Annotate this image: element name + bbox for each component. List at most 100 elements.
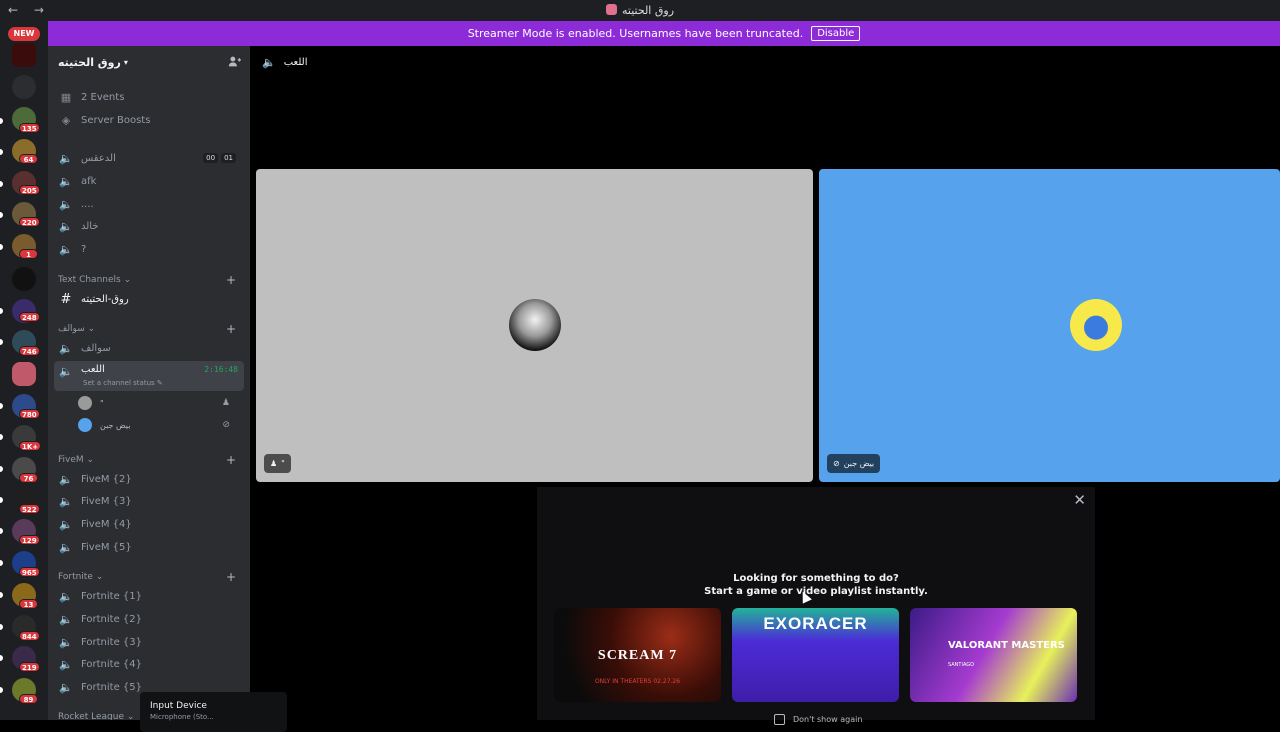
activity-card-valorant[interactable]: VALORANT MASTERS SANTIAGO [910,608,1077,702]
channel-status-text: Set a channel status [83,379,155,387]
server-name: روق الحتيته [58,55,121,69]
category-label: Fortnite [58,572,93,582]
chevron-down-icon: ⌄ [87,324,96,334]
speaker-icon: 🔈 [59,612,73,626]
activity-card-exoracer[interactable]: EXORACER [732,608,899,702]
unread-indicator [0,655,3,661]
close-icon[interactable]: ✕ [1073,491,1086,509]
chevron-down-icon: ⌄ [86,455,95,465]
channel-status-prompt[interactable]: Set a channel status ✎ [83,379,163,387]
unread-indicator [0,466,3,472]
category-label: FiveM [58,455,84,465]
mention-badge: 522 [19,504,40,514]
mention-badge: 13 [19,599,38,609]
server-icon[interactable] [12,75,36,99]
text-channel-name: روق-الحتيته [81,293,129,305]
category-fivem[interactable]: FiveM ⌄ + [58,453,244,467]
boosts-label: Server Boosts [81,114,151,126]
voice-channel[interactable]: 🔈 FiveM {4} [54,514,244,534]
voice-channel[interactable]: 🔈 FiveM {5} [54,537,244,557]
voice-channel[interactable]: 🔈? [54,239,244,259]
voice-channel[interactable]: 🔈.... [54,194,244,214]
server-header[interactable]: روق الحتيته ▾ [48,46,250,78]
card-subtitle: SANTIAGO [948,662,975,668]
voice-channel[interactable]: 🔈 afk [54,171,244,191]
voice-channel[interactable]: 🔈 Fortnite {3} [54,632,244,652]
category-label: Text Channels [58,275,121,285]
events-link[interactable]: ▦ 2 Events [54,87,244,107]
voice-channel-name: FiveM {3} [81,495,132,507]
mention-badge: 135 [19,123,40,133]
activity-heading-line2: Start a game or video playlist instantly… [704,586,928,597]
category-text-channels[interactable]: Text Channels ⌄ + [58,273,244,287]
window-titlebar: ← → روق الحتيته [0,0,1280,21]
voice-channel-name: ? [81,243,87,255]
voice-user[interactable]: " ♟ [78,394,238,412]
add-channel-icon[interactable]: + [226,453,236,467]
server-icon[interactable] [12,267,36,291]
calendar-icon: ▦ [60,90,72,104]
voice-channel-name: سوالف [81,342,111,354]
active-voice-channel[interactable]: 🔈 اللعب 2:16:48 Set a channel status ✎ [54,361,244,391]
voice-channel[interactable]: 🔈 FiveM {3} [54,491,244,511]
server-rail: NEW 135 64 205 220 1 248 746 780 1K+ 76 … [0,21,48,720]
voice-channel[interactable]: 🔈 Fortnite {1} [54,586,244,606]
channel-title: اللعب [283,56,308,68]
mention-badge: 205 [19,185,40,195]
mention-badge: 1 [19,249,38,259]
server-boosts-link[interactable]: ◈ Server Boosts [54,110,244,130]
mention-badge: 64 [19,154,38,164]
speaker-icon: 🔈 [59,589,73,603]
card-title: VALORANT MASTERS [948,640,1065,651]
streaming-icon: ♟ [221,398,230,408]
category-sawalef[interactable]: سوالف ⌄ + [58,322,244,336]
chevron-down-icon: ▾ [123,57,128,67]
voice-user[interactable]: بيض جبن ⊘ [78,416,238,434]
voice-channel[interactable]: 🔈 FiveM {2} [54,469,244,489]
unread-indicator [0,308,3,314]
speaker-icon: 🔈 [59,517,73,531]
avatar [509,299,561,351]
unread-indicator [0,339,3,345]
text-channel[interactable]: # روق-الحتيته [54,289,244,309]
activity-card-scream[interactable]: SCREAM 7 ONLY IN THEATERS 02.27.26 [554,608,721,702]
category-fortnite[interactable]: Fortnite ⌄ + [58,570,244,584]
add-channel-icon[interactable]: + [226,570,236,584]
unread-indicator [0,118,3,124]
add-channel-icon[interactable]: + [226,273,236,287]
pencil-icon: ✎ [156,379,163,387]
server-icon[interactable] [12,43,36,67]
mention-badge: 248 [19,312,40,322]
voice-channel[interactable]: 🔈 الدعقس 00 01 [54,148,244,168]
chevron-down-icon: ⌄ [95,572,104,582]
invite-people-icon[interactable] [228,55,241,68]
new-badge[interactable]: NEW [8,27,40,41]
activity-launcher: ✕ Looking for something to do? Start a g… [537,487,1095,725]
voice-channel-name: اللعب [81,364,105,375]
speaker-icon: 🔈 [59,540,73,554]
voice-channel[interactable]: 🔈 Fortnite {4} [54,654,244,674]
unread-indicator [0,624,3,630]
activity-heading-line1: Looking for something to do? [733,573,899,584]
voice-tile[interactable]: ♟ " [256,169,813,482]
mention-badge: 780 [19,409,40,419]
voice-channel[interactable]: 🔈 Fortnite {2} [54,609,244,629]
server-icon [605,4,617,15]
speaker-locked-icon: 🔈 [59,219,73,233]
server-icon-selected[interactable] [12,362,36,386]
add-channel-icon[interactable]: + [226,322,236,336]
chevron-down-icon: ⌄ [123,275,132,285]
unread-indicator [0,181,3,187]
speaker-icon: 🔈 [59,174,73,188]
input-device-tooltip: Input Device Microphone (Sto... [140,692,287,732]
disable-streamer-mode-button[interactable]: Disable [811,26,861,41]
mention-badge: 965 [19,567,40,577]
unread-indicator [0,560,3,566]
voice-channel[interactable]: 🔈 خالد [54,216,244,236]
voice-tile[interactable]: ⊘ بيض جبن [819,169,1280,482]
channel-sidebar: روق الحتيته ▾ ▦ 2 Events ◈ Server Boosts 🔈… [48,46,250,720]
unread-indicator [0,687,3,693]
voice-channel[interactable]: 🔈 سوالف [54,338,244,358]
boost-icon: ◈ [61,113,71,127]
counter-current: 00 [203,153,219,163]
